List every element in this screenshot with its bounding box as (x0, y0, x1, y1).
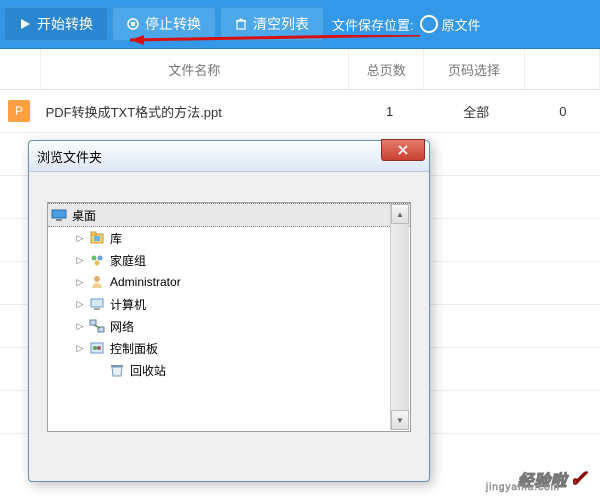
tree-scrollbar[interactable]: ▲ ▼ (390, 204, 409, 430)
save-location-label: 文件保存位置: (332, 15, 414, 34)
save-orig-option[interactable]: 原文件 (420, 15, 481, 34)
header-filename: 文件名称 (41, 49, 349, 89)
recycle-icon (108, 362, 126, 378)
dialog-close-button[interactable] (381, 139, 425, 161)
tree-item-label: 回收站 (130, 362, 166, 379)
dialog-title-text: 浏览文件夹 (37, 147, 102, 166)
ppt-file-icon: P (8, 100, 30, 122)
watermark-text: 经验啦 (518, 473, 568, 490)
start-convert-label: 开始转换 (37, 14, 93, 34)
header-checkbox-col (0, 49, 41, 89)
radio-icon (420, 15, 438, 33)
clear-list-button[interactable]: 清空列表 (220, 7, 324, 41)
tree-item-label: Administrator (110, 275, 181, 289)
table-header: 文件名称 总页数 页码选择 (0, 49, 600, 90)
stop-convert-button[interactable]: 停止转换 (112, 7, 216, 41)
row-select: 全部 (427, 102, 526, 121)
dialog-body: 桌面▷库▷家庭组▷Administrator▷计算机▷网络▷控制面板回收站 ▲ … (29, 172, 429, 442)
expand-arrow-icon[interactable]: ▷ (74, 342, 86, 354)
library-icon (88, 230, 106, 246)
tree-item-label: 桌面 (72, 207, 96, 224)
tree-item-desktop[interactable]: 桌面 (48, 203, 410, 227)
tree-item-control[interactable]: ▷ 控制面板 (48, 337, 410, 359)
tree-item-label: 网络 (110, 318, 134, 335)
stop-convert-label: 停止转换 (145, 14, 201, 34)
expand-arrow-icon[interactable]: ▷ (74, 298, 86, 310)
row-last: 0 (526, 104, 600, 119)
homegroup-icon (88, 252, 106, 268)
header-total-pages: 总页数 (349, 49, 424, 89)
row-filename: PDF转换成TXT格式的方法.ppt (40, 102, 353, 121)
tree-item-label: 库 (110, 230, 122, 247)
tree-item-library[interactable]: ▷库 (48, 227, 410, 249)
scroll-up-button[interactable]: ▲ (391, 204, 409, 224)
control-icon (88, 340, 106, 356)
header-page-select: 页码选择 (424, 49, 524, 89)
watermark-check-icon: ✓ (569, 466, 588, 491)
table-row[interactable]: P PDF转换成TXT格式的方法.ppt 1 全部 0 (0, 90, 600, 133)
tree-item-recycle[interactable]: 回收站 (48, 359, 410, 381)
trash-icon (235, 18, 247, 30)
save-orig-label: 原文件 (442, 15, 481, 34)
browse-folder-dialog: 浏览文件夹 桌面▷库▷家庭组▷Administrator▷计算机▷网络▷控制面板… (28, 140, 430, 482)
tree-item-homegroup[interactable]: ▷ 家庭组 (48, 249, 410, 271)
expand-arrow-icon[interactable]: ▷ (74, 276, 86, 288)
expand-arrow-icon[interactable]: ▷ (74, 254, 86, 266)
clear-list-label: 清空列表 (253, 14, 309, 34)
close-icon (398, 145, 408, 155)
tree-item-label: 计算机 (110, 296, 146, 313)
watermark: 经验啦✓ jingyanla.com (518, 466, 588, 492)
computer-icon (88, 296, 106, 312)
network-icon (88, 318, 106, 334)
row-icon-cell: P (0, 100, 40, 122)
start-convert-button[interactable]: 开始转换 (4, 7, 108, 41)
scroll-down-button[interactable]: ▼ (391, 410, 409, 430)
stop-icon (127, 18, 139, 30)
play-icon (19, 18, 31, 30)
expand-arrow-icon[interactable] (94, 364, 106, 376)
tree-item-network[interactable]: ▷ 网络 (48, 315, 410, 337)
toolbar: 开始转换 停止转换 清空列表 文件保存位置: 原文件 (0, 0, 600, 49)
tree-item-user[interactable]: ▷ Administrator (48, 271, 410, 293)
tree-item-label: 控制面板 (110, 340, 158, 357)
row-pages: 1 (353, 104, 427, 119)
tree-item-label: 家庭组 (110, 252, 146, 269)
header-last (525, 49, 600, 89)
user-icon (88, 274, 106, 290)
desktop-icon (50, 207, 68, 223)
tree-item-computer[interactable]: ▷ 计算机 (48, 293, 410, 315)
expand-arrow-icon[interactable]: ▷ (74, 320, 86, 332)
folder-tree[interactable]: 桌面▷库▷家庭组▷Administrator▷计算机▷网络▷控制面板回收站 ▲ … (47, 202, 411, 432)
watermark-url: jingyanla.com (486, 482, 560, 493)
scroll-track[interactable] (391, 224, 409, 410)
expand-arrow-icon[interactable]: ▷ (74, 232, 86, 244)
dialog-titlebar: 浏览文件夹 (29, 141, 429, 172)
